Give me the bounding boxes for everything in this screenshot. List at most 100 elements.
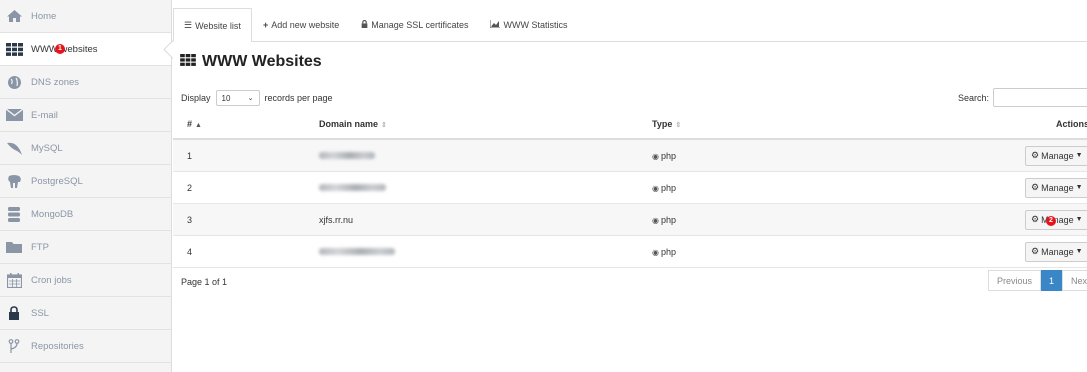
tab-label: WWW Statistics <box>503 20 568 30</box>
domain-name-redacted <box>319 247 395 257</box>
row-number: 2 <box>187 182 193 193</box>
tab-label: Manage SSL certificates <box>371 20 469 30</box>
pagination-next[interactable]: Next <box>1062 270 1087 291</box>
sidebar-item-label: DNS zones <box>31 76 80 88</box>
type-cell: ◉ php <box>652 183 676 193</box>
row-number: 1 <box>187 150 193 161</box>
sidebar-item-mongodb[interactable]: MongoDB <box>0 198 171 231</box>
list-icon: ☰ <box>184 20 193 30</box>
gear-icon: ⚙ <box>1031 246 1040 256</box>
caret-down-icon: ▼ <box>1075 216 1083 223</box>
sidebar-item-ftp[interactable]: FTP <box>0 231 171 264</box>
pagination: Previous 1 Next <box>988 270 1087 291</box>
sidebar-item-ssl[interactable]: SSL <box>0 297 171 330</box>
table-header: # ▲ Domain name ⇕ Type ⇕ Actions <box>173 110 1087 140</box>
records-per-page-value: 10 <box>221 93 231 103</box>
type-value: php <box>660 182 677 193</box>
folder-icon <box>4 239 24 255</box>
pagination-previous[interactable]: Previous <box>988 270 1042 291</box>
sidebar-item-label: MySQL <box>31 142 63 154</box>
row-number: 3 <box>187 214 193 225</box>
annotation-marker-1: 1 <box>55 43 65 54</box>
tab-add-new-website[interactable]: + Add new website <box>252 8 350 41</box>
manage-button[interactable]: ⚙ Manage ▼ <box>1025 145 1087 166</box>
sidebar-item-www-websites[interactable]: WWW websites 1 <box>0 33 171 66</box>
manage-button[interactable]: ⚙ Manage ▼ <box>1025 241 1087 262</box>
sidebar-item-home[interactable]: Home <box>0 0 171 33</box>
column-header-label: # <box>187 119 193 129</box>
type-cell: ◉ php <box>652 151 676 161</box>
lock-icon <box>361 19 368 30</box>
sort-icon: ⇕ <box>675 122 682 129</box>
display-label: Display <box>181 93 211 103</box>
lock-icon <box>4 305 24 321</box>
tab-bar: ☰ Website list + Add new website Manage … <box>173 8 1087 42</box>
sidebar-item-postgresql[interactable]: PostgreSQL <box>0 165 171 198</box>
home-icon <box>4 8 24 24</box>
search-label: Search: <box>958 92 990 103</box>
sidebar-item-email[interactable]: E-mail <box>0 99 171 132</box>
sidebar-item-label: E-mail <box>31 109 58 121</box>
search-input[interactable] <box>993 88 1087 107</box>
table-row: 2 ◉ php ⚙ Manage ▼ <box>173 172 1087 204</box>
branch-icon <box>4 338 24 354</box>
pagination-page-1[interactable]: 1 <box>1041 270 1063 291</box>
sidebar-item-label: FTP <box>31 241 49 253</box>
column-header-label: Actions <box>1056 119 1087 129</box>
sidebar-item-cron-jobs[interactable]: Cron jobs <box>0 264 171 297</box>
sidebar-item-dns-zones[interactable]: DNS zones <box>0 66 171 99</box>
column-header-type[interactable]: Type ⇕ <box>652 119 681 129</box>
row-number: 4 <box>187 246 193 257</box>
tab-www-statistics[interactable]: WWW Statistics <box>479 8 578 41</box>
manage-button[interactable]: ⚙ Manage ▼ <box>1025 177 1087 198</box>
table-row: 3 xjfs.rr.nu ◉ php ⚙ Manage ▼ 2 <box>173 204 1087 236</box>
column-header-number[interactable]: # ▲ <box>187 119 202 129</box>
type-value: php <box>660 214 677 225</box>
tab-manage-ssl-certificates[interactable]: Manage SSL certificates <box>350 8 479 41</box>
sidebar-item-repositories[interactable]: Repositories <box>0 330 171 363</box>
manage-label: Manage <box>1041 150 1074 161</box>
page-info: Page 1 of 1 <box>181 277 228 287</box>
chart-icon <box>489 20 501 30</box>
plus-icon: + <box>262 20 269 30</box>
tab-label: Website list <box>195 20 241 31</box>
column-header-actions: Actions <box>1056 119 1087 129</box>
search-control: Search: <box>958 88 1087 107</box>
records-per-page-select[interactable]: 10 ⌄ <box>215 90 260 106</box>
globe-icon <box>4 74 24 90</box>
domain-name-redacted <box>319 183 386 193</box>
type-cell: ◉ php <box>652 247 676 257</box>
sort-asc-icon: ▲ <box>195 122 202 129</box>
column-header-label: Domain name <box>319 119 379 129</box>
table-row: 4 ◉ php ⚙ Manage ▼ <box>173 236 1087 268</box>
gear-icon: ⚙ <box>1031 182 1040 192</box>
caret-down-icon: ▼ <box>1075 248 1083 255</box>
websites-table: # ▲ Domain name ⇕ Type ⇕ Actions 1 ◉ php ⚙ M… <box>173 110 1087 268</box>
chevron-down-icon: ⌄ <box>247 95 254 102</box>
type-cell: ◉ php <box>652 215 676 225</box>
eye-icon: ◉ <box>652 215 659 225</box>
sidebar-item-mysql[interactable]: MySQL <box>0 132 171 165</box>
eye-icon: ◉ <box>652 151 659 161</box>
domain-name-redacted <box>319 151 375 161</box>
manage-label: Manage <box>1041 182 1074 193</box>
gear-icon: ⚙ <box>1031 214 1040 224</box>
elephant-icon <box>4 173 24 189</box>
sidebar-item-label: PostgreSQL <box>31 175 83 187</box>
type-value: php <box>660 150 677 161</box>
records-per-page-label: records per page <box>264 93 333 103</box>
tab-website-list[interactable]: ☰ Website list <box>173 8 252 42</box>
envelope-icon <box>4 107 24 123</box>
eye-icon: ◉ <box>652 247 659 257</box>
column-header-domain-name[interactable]: Domain name ⇕ <box>319 119 387 129</box>
manage-button[interactable]: ⚙ Manage ▼ 2 <box>1025 209 1087 230</box>
type-value: php <box>660 246 677 257</box>
records-per-page-control: Display 10 ⌄ records per page <box>181 90 333 106</box>
sort-icon: ⇕ <box>381 122 387 129</box>
sidebar-item-label: Home <box>31 10 57 22</box>
manage-label: Manage <box>1041 246 1074 257</box>
grid-icon <box>180 53 196 71</box>
annotation-marker-2: 2 <box>1046 215 1056 226</box>
sidebar: Home WWW websites 1 DNS zones E-mail MyS <box>0 0 172 372</box>
grid-icon <box>4 41 24 57</box>
